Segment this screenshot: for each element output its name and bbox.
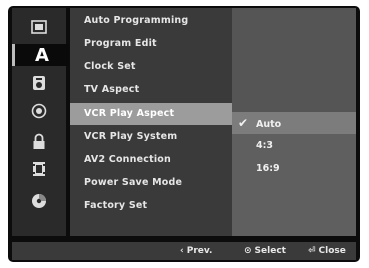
footer-hint-bar: ‹ Prev. ⊙ Select ⏎ Close — [12, 242, 356, 260]
menu-item-factory-set[interactable]: Factory Set — [84, 195, 147, 217]
lock-icon[interactable] — [12, 130, 66, 152]
checkmark-icon: ✔ — [237, 116, 249, 130]
disc-tray-icon[interactable] — [12, 16, 66, 38]
menu-item-vcr-play-system[interactable]: VCR Play System — [84, 126, 177, 148]
option-auto[interactable]: ✔ Auto — [232, 112, 356, 134]
select-hint[interactable]: ⊙ Select — [244, 242, 286, 260]
menu-item-program-edit[interactable]: Program Edit — [84, 33, 157, 55]
menu-item-av2-connection[interactable]: AV2 Connection — [84, 149, 171, 171]
menu-item-power-save-mode[interactable]: Power Save Mode — [84, 172, 182, 194]
setup-menu-screen: A Auto Programming Program Edit Clock Se… — [8, 6, 360, 262]
submenu-panel: ✔ Auto 4:3 16:9 — [232, 8, 356, 236]
film-icon[interactable] — [12, 158, 66, 180]
disc-icon[interactable] — [12, 190, 66, 212]
option-label: 16:9 — [256, 163, 280, 174]
recording-icon[interactable] — [12, 100, 66, 122]
menu-item-tv-aspect[interactable]: TV Aspect — [84, 79, 139, 101]
menu-item-clock-set[interactable]: Clock Set — [84, 56, 136, 78]
menu-item-auto-programming[interactable]: Auto Programming — [84, 10, 188, 32]
left-arrow-icon: ‹ — [180, 246, 184, 256]
category-icon-column: A — [12, 8, 69, 236]
language-a-icon[interactable]: A — [12, 44, 69, 66]
option-4-3[interactable]: 4:3 — [232, 135, 273, 157]
audio-settings-icon[interactable] — [12, 72, 66, 94]
menu-item-vcr-play-aspect[interactable]: VCR Play Aspect — [70, 103, 232, 125]
return-icon: ⏎ — [308, 246, 316, 256]
option-16-9[interactable]: 16:9 — [232, 158, 280, 180]
option-label: 4:3 — [256, 140, 274, 151]
close-hint[interactable]: ⏎ Close — [308, 242, 346, 260]
setup-menu-list: Auto Programming Program Edit Clock Set … — [70, 8, 232, 236]
prev-hint[interactable]: ‹ Prev. — [180, 242, 212, 260]
option-label: Auto — [256, 119, 282, 130]
enter-button-icon: ⊙ — [244, 246, 252, 256]
